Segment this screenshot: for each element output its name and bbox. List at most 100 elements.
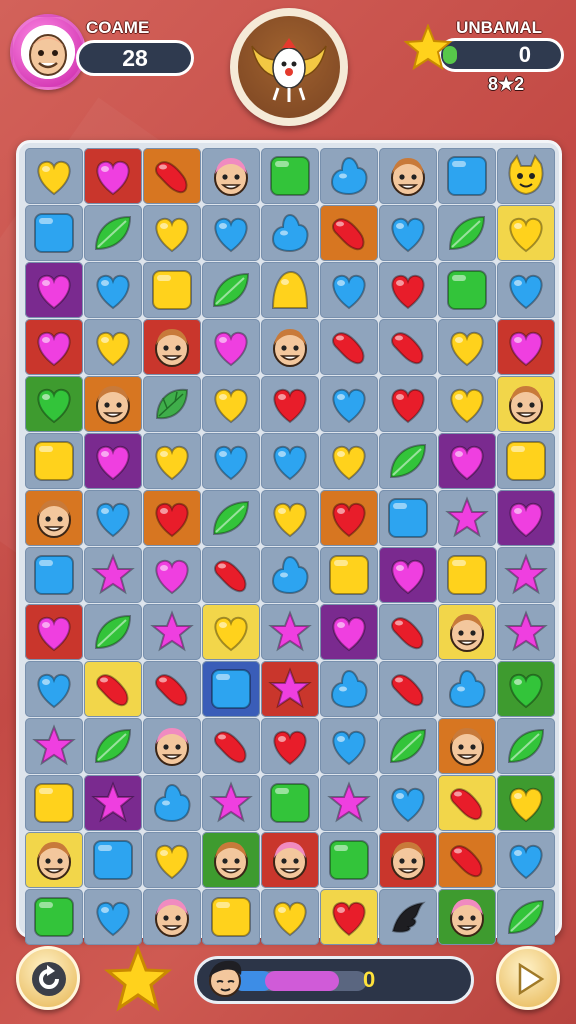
board-tile[interactable]: [320, 661, 378, 717]
board-tile[interactable]: [143, 319, 201, 375]
board-tile[interactable]: [320, 262, 378, 318]
board-tile[interactable]: [379, 661, 437, 717]
board-tile[interactable]: [379, 490, 437, 546]
play-button[interactable]: [496, 946, 560, 1010]
board-tile[interactable]: [202, 889, 260, 945]
board-tile[interactable]: [320, 775, 378, 831]
board-tile[interactable]: [143, 490, 201, 546]
board-tile[interactable]: [25, 148, 83, 204]
board-tile[interactable]: [320, 832, 378, 888]
board-tile[interactable]: [143, 718, 201, 774]
board-tile[interactable]: [438, 433, 496, 489]
board-tile[interactable]: [438, 490, 496, 546]
board-tile[interactable]: [84, 889, 142, 945]
board-tile[interactable]: [25, 604, 83, 660]
board-tile[interactable]: [202, 319, 260, 375]
board-tile[interactable]: [143, 205, 201, 261]
board-tile[interactable]: [84, 262, 142, 318]
board-tile[interactable]: [25, 433, 83, 489]
board-tile[interactable]: [379, 433, 437, 489]
board-tile[interactable]: [379, 718, 437, 774]
board-tile[interactable]: [84, 775, 142, 831]
board-tile[interactable]: [497, 889, 555, 945]
board-tile[interactable]: [497, 547, 555, 603]
restart-button[interactable]: [16, 946, 80, 1010]
board-tile[interactable]: [202, 376, 260, 432]
board-tile[interactable]: [25, 547, 83, 603]
board-tile[interactable]: [497, 718, 555, 774]
board-tile[interactable]: [438, 718, 496, 774]
board-tile[interactable]: [497, 376, 555, 432]
board-tile[interactable]: [320, 604, 378, 660]
board-tile[interactable]: [497, 661, 555, 717]
board-tile[interactable]: [202, 547, 260, 603]
board-tile[interactable]: [438, 889, 496, 945]
board-tile[interactable]: [143, 376, 201, 432]
board-tile[interactable]: [25, 490, 83, 546]
booster-star-icon[interactable]: [104, 946, 172, 1014]
board-tile[interactable]: [320, 148, 378, 204]
board-tile[interactable]: [143, 262, 201, 318]
board-tile[interactable]: [261, 889, 319, 945]
board-tile[interactable]: [379, 319, 437, 375]
board-tile[interactable]: [202, 661, 260, 717]
board-tile[interactable]: [261, 376, 319, 432]
board-tile[interactable]: [202, 148, 260, 204]
board-tile[interactable]: [438, 832, 496, 888]
board-tile[interactable]: [25, 775, 83, 831]
board-tile[interactable]: [379, 376, 437, 432]
player-left-avatar[interactable]: [10, 14, 86, 90]
board-tile[interactable]: [320, 547, 378, 603]
board-tile[interactable]: [143, 661, 201, 717]
board-tile[interactable]: [202, 490, 260, 546]
board-tile[interactable]: [320, 490, 378, 546]
board-tile[interactable]: [84, 661, 142, 717]
board-tile[interactable]: [438, 205, 496, 261]
board-tile[interactable]: [497, 832, 555, 888]
board-tile[interactable]: [202, 604, 260, 660]
board-tile[interactable]: [320, 889, 378, 945]
board-tile[interactable]: [261, 148, 319, 204]
board-tile[interactable]: [261, 604, 319, 660]
board-tile[interactable]: [261, 490, 319, 546]
board-tile[interactable]: [261, 319, 319, 375]
board-tile[interactable]: [497, 262, 555, 318]
board-tile[interactable]: [497, 433, 555, 489]
board-tile[interactable]: [202, 262, 260, 318]
board-tile[interactable]: [438, 604, 496, 660]
board-tile[interactable]: [320, 376, 378, 432]
board-tile[interactable]: [261, 661, 319, 717]
level-emblem[interactable]: [230, 8, 348, 126]
board-tile[interactable]: [143, 889, 201, 945]
board-tile[interactable]: [25, 376, 83, 432]
board-tile[interactable]: [261, 262, 319, 318]
board-tile[interactable]: [379, 547, 437, 603]
board-tile[interactable]: [438, 661, 496, 717]
board-tile[interactable]: [84, 433, 142, 489]
board-tile[interactable]: [202, 205, 260, 261]
board-tile[interactable]: [143, 148, 201, 204]
board-tile[interactable]: [25, 889, 83, 945]
board-tile[interactable]: [379, 205, 437, 261]
board-tile[interactable]: [497, 148, 555, 204]
board-tile[interactable]: [25, 718, 83, 774]
board-tile[interactable]: [379, 775, 437, 831]
board-tile[interactable]: [261, 547, 319, 603]
board-tile[interactable]: [84, 832, 142, 888]
board-tile[interactable]: [438, 376, 496, 432]
board-tile[interactable]: [143, 547, 201, 603]
board-tile[interactable]: [84, 376, 142, 432]
board-tile[interactable]: [261, 433, 319, 489]
board-tile[interactable]: [497, 205, 555, 261]
board-tile[interactable]: [261, 718, 319, 774]
board-tile[interactable]: [438, 547, 496, 603]
board-tile[interactable]: [497, 604, 555, 660]
board-tile[interactable]: [261, 775, 319, 831]
board-tile[interactable]: [497, 775, 555, 831]
board-tile[interactable]: [84, 148, 142, 204]
board-tile[interactable]: [84, 205, 142, 261]
board-tile[interactable]: [320, 205, 378, 261]
board-tile[interactable]: [379, 262, 437, 318]
board-tile[interactable]: [379, 148, 437, 204]
board-tile[interactable]: [202, 433, 260, 489]
